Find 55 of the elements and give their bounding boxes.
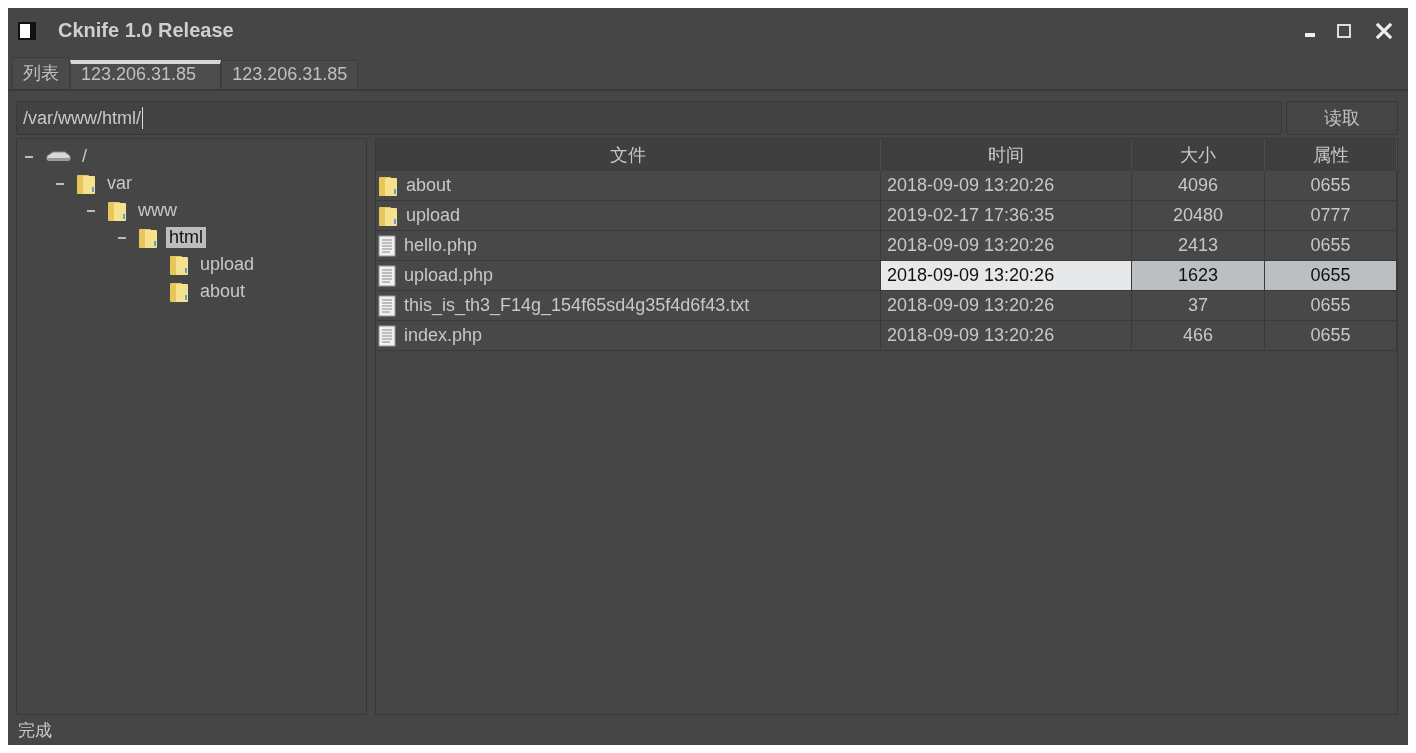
table-cell: 2018-09-09 13:20:26 — [881, 321, 1132, 351]
file-name[interactable]: about — [406, 175, 452, 196]
folder-icon — [378, 204, 398, 227]
status-text: 完成 — [17, 719, 53, 742]
table-cell: 20480 — [1132, 201, 1265, 231]
folder-icon — [107, 199, 127, 222]
read-button[interactable]: 读取 — [1286, 101, 1398, 135]
table-cell: 0655 — [1265, 171, 1397, 201]
tree-item[interactable]: var — [104, 173, 135, 194]
table-cell: 2413 — [1132, 231, 1265, 261]
table-cell: 0655 — [1265, 291, 1397, 321]
column-header[interactable]: 文件 — [376, 139, 881, 171]
column-header[interactable]: 属性 — [1265, 139, 1397, 171]
file-name[interactable]: this_is_th3_F14g_154f65sd4g35f4d6f43.txt — [404, 295, 750, 316]
table-cell: 0655 — [1265, 321, 1397, 351]
table-cell: 0777 — [1265, 201, 1397, 231]
document-icon — [378, 294, 396, 317]
document-icon — [378, 264, 396, 287]
table-cell: 0655 — [1265, 231, 1397, 261]
table-cell: 2018-09-09 13:20:26 — [881, 291, 1132, 321]
file-name[interactable]: hello.php — [404, 235, 478, 256]
app-icon — [18, 21, 36, 40]
file-name[interactable]: upload — [406, 205, 461, 226]
tree-item[interactable]: www — [135, 200, 180, 221]
document-icon — [378, 234, 396, 257]
tree-item[interactable]: html — [166, 227, 206, 248]
tab[interactable]: 123.206.31.85 — [221, 60, 359, 89]
tab[interactable]: 123.206.31.85 — [70, 60, 222, 89]
table-cell: 2018-09-09 13:20:26 — [881, 261, 1132, 291]
window-title: Cknife 1.0 Release — [58, 19, 234, 42]
table-cell: 37 — [1132, 291, 1265, 321]
tab[interactable]: 列表 — [12, 57, 70, 89]
file-name[interactable]: upload.php — [404, 265, 494, 286]
column-header[interactable]: 时间 — [881, 139, 1132, 171]
table-cell: 1623 — [1132, 261, 1265, 291]
column-header[interactable]: 大小 — [1132, 139, 1265, 171]
drive-icon — [45, 149, 71, 164]
table-cell: 2019-02-17 17:36:35 — [881, 201, 1132, 231]
table-cell: 2018-09-09 13:20:26 — [881, 171, 1132, 201]
folder-icon — [169, 280, 189, 303]
folder-icon — [138, 226, 158, 249]
folder-icon — [169, 253, 189, 276]
folder-icon — [76, 172, 96, 195]
tree-item[interactable]: about — [197, 281, 249, 302]
table-cell: 2018-09-09 13:20:26 — [881, 231, 1132, 261]
table-cell: 0655 — [1265, 261, 1397, 291]
close-icon[interactable] — [1374, 20, 1394, 41]
document-icon — [378, 324, 396, 347]
table-cell: 466 — [1132, 321, 1265, 351]
table-cell: 4096 — [1132, 171, 1265, 201]
folder-icon — [378, 174, 398, 197]
file-name[interactable]: index.php — [404, 325, 483, 346]
path-field[interactable]: /var/www/html/ — [16, 101, 1282, 135]
tree-item[interactable]: upload — [197, 254, 258, 275]
tree-item[interactable]: / — [79, 146, 90, 167]
